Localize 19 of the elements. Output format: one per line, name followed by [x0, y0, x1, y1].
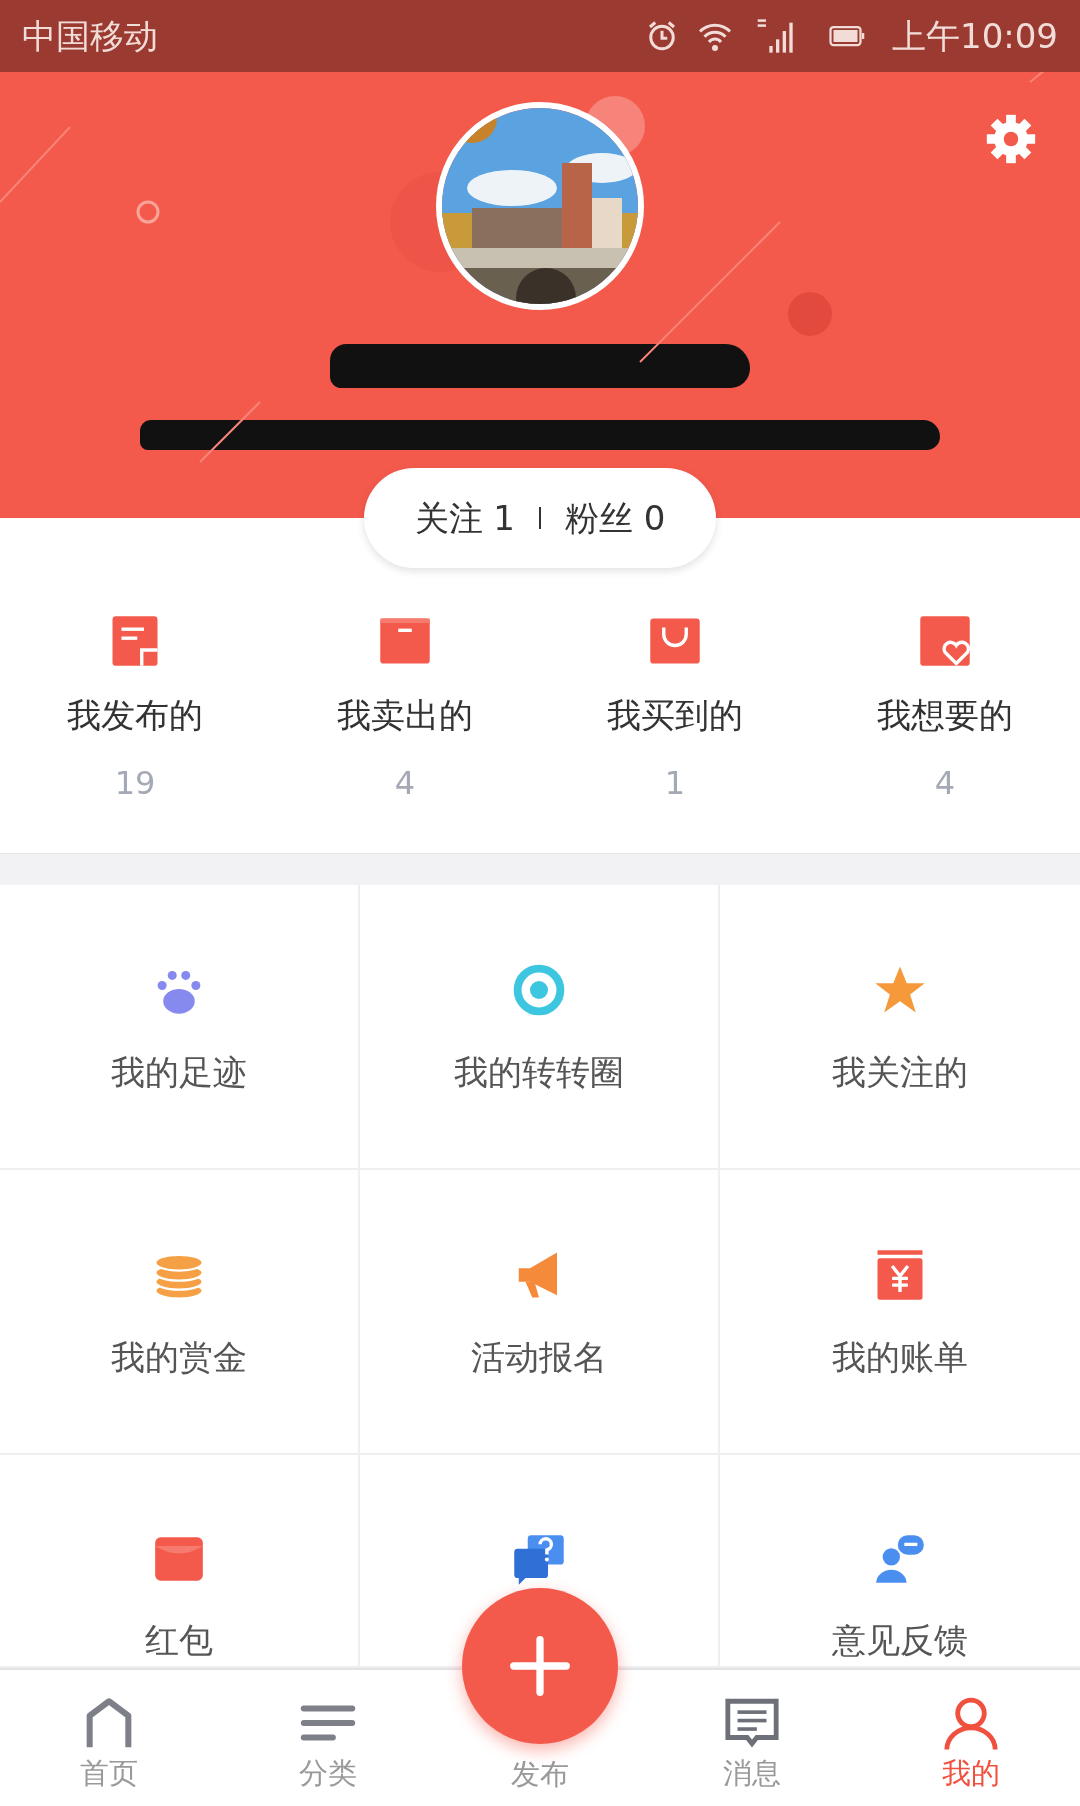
following-count: 关注 1	[414, 496, 515, 540]
menu-tile[interactable]: 我的转转圈	[360, 885, 720, 1170]
menu-tile[interactable]: 我的足迹	[0, 885, 360, 1170]
menu-tile[interactable]: 我的账单	[720, 1170, 1080, 1455]
stat-item[interactable]: 我发布的 19	[0, 614, 270, 853]
person-chat-icon	[873, 1533, 927, 1585]
ring-icon	[512, 963, 566, 1017]
clock-time: 上午10:09	[892, 14, 1058, 58]
fans-count: 粉丝 0	[565, 496, 666, 540]
menu-tile[interactable]: 活动报名	[360, 1170, 720, 1455]
menu-tile[interactable]: 我的赏金	[0, 1170, 360, 1455]
stat-item[interactable]: 我想要的 4	[810, 614, 1080, 853]
publish-button[interactable]	[462, 1588, 618, 1744]
carrier-name: 中国移动	[22, 14, 158, 58]
menu-tile[interactable]: 我关注的	[720, 885, 1080, 1170]
stat-item[interactable]: 我买到的 1	[540, 614, 810, 853]
tab-item[interactable]: 我的	[861, 1670, 1080, 1806]
question-chat-icon	[512, 1533, 566, 1587]
stat-item[interactable]: 我卖出的 4	[270, 614, 540, 853]
